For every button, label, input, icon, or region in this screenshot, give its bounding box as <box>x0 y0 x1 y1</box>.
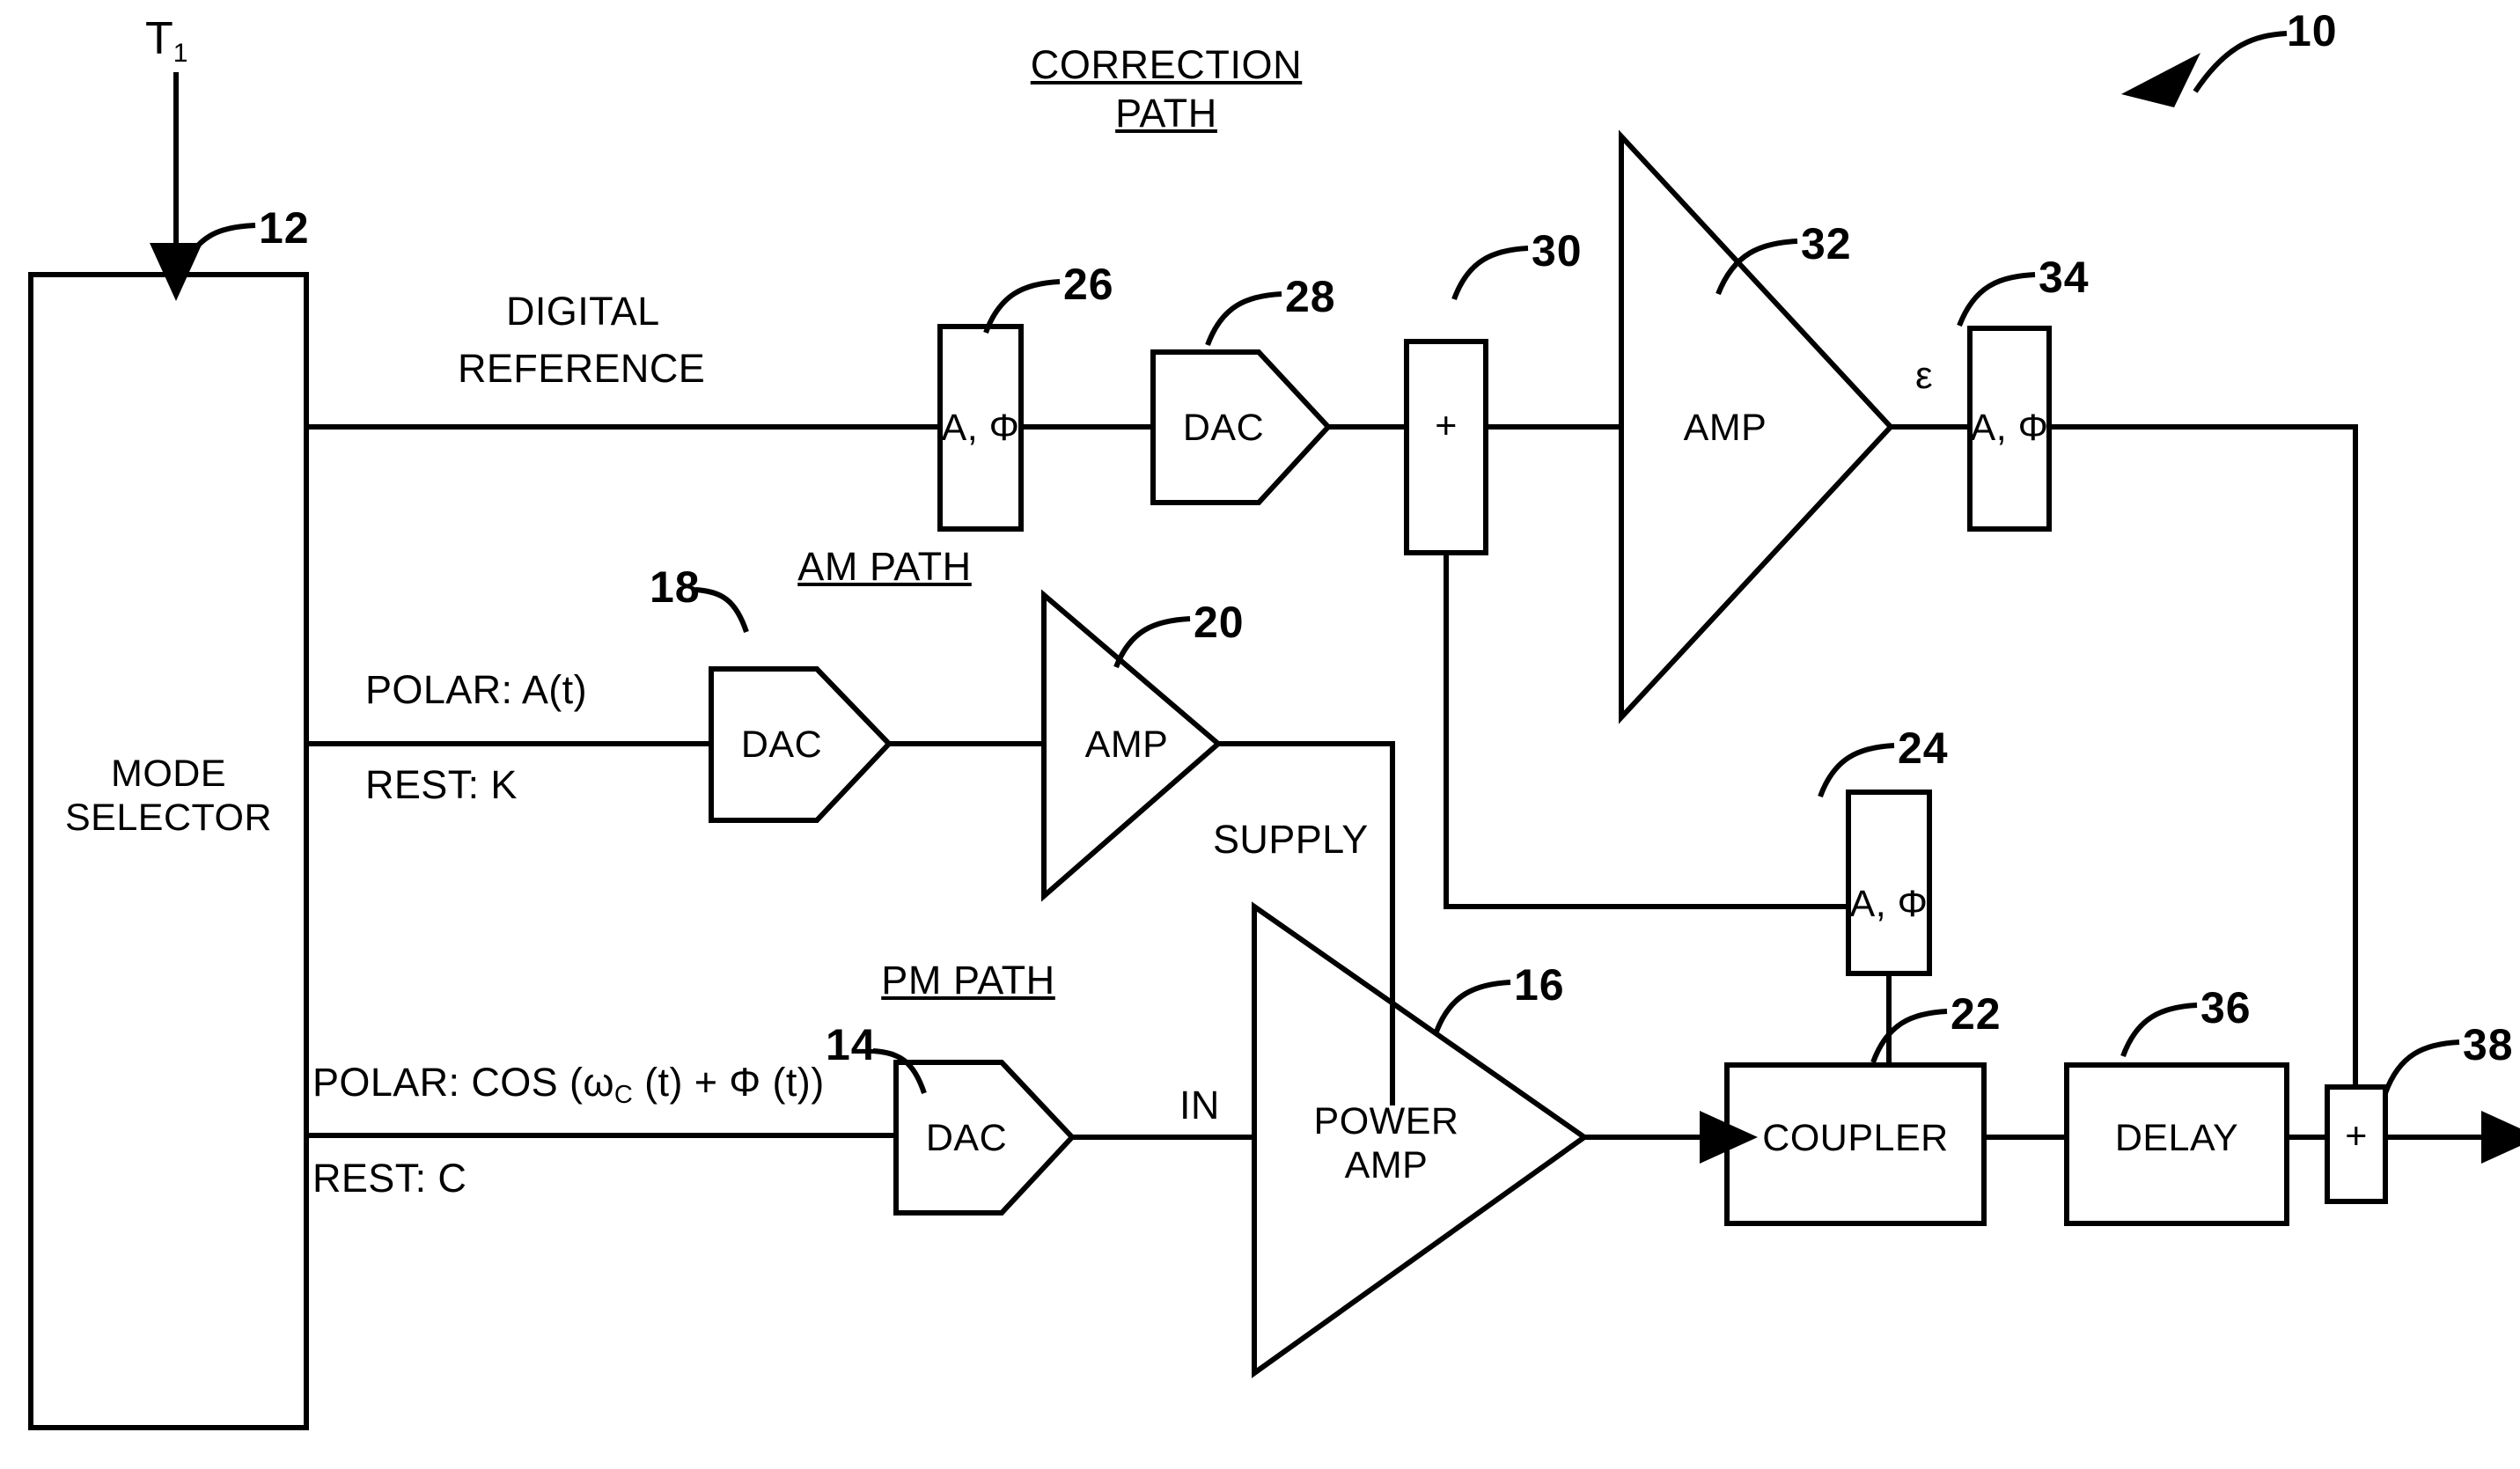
block-label-38: + <box>2345 1115 2368 1157</box>
lead-line-34 <box>1957 272 2036 327</box>
input-signal-label: T1 <box>145 13 188 68</box>
block-12-outline <box>28 272 309 1430</box>
block-label-26: A, Φ <box>941 407 1020 449</box>
refnum-12: 12 <box>259 203 310 253</box>
refnum-36: 36 <box>2200 983 2252 1032</box>
heading-am-path: AM PATH <box>797 544 972 589</box>
label-digital-reference-line1: DIGITAL <box>506 289 660 334</box>
label-pm-polar-suffix: (t) + Φ (t)) <box>633 1060 825 1105</box>
lead-line-16 <box>1434 980 1511 1033</box>
block-label-18: DAC <box>740 723 823 766</box>
refnum-28: 28 <box>1285 272 1336 321</box>
heading-correction-path-line2: PATH <box>1115 91 1217 136</box>
refnum-24: 24 <box>1898 723 1949 773</box>
refnum-10: 10 <box>2287 6 2338 55</box>
block-label-22: COUPLER <box>1762 1117 1949 1159</box>
lead-line-30 <box>1451 246 1529 301</box>
block-label-36: DELAY <box>2114 1117 2239 1159</box>
block-label-30: + <box>1435 405 1458 447</box>
label-am-rest: REST: K <box>365 762 518 807</box>
label-pm-polar: POLAR: COS (ωC (t) + Φ (t)) <box>312 1061 825 1109</box>
lead-line-28 <box>1205 291 1282 347</box>
label-am-polar: POLAR: A(t) <box>365 667 587 712</box>
wire-20-supply <box>1218 741 1395 1105</box>
block-label-16-line2: AMP <box>1344 1144 1429 1186</box>
refnum-32: 32 <box>1801 219 1852 268</box>
lead-line-38 <box>2383 1039 2460 1095</box>
refnum-16: 16 <box>1514 960 1565 1010</box>
heading-pm-path: PM PATH <box>881 958 1055 1003</box>
block-30-outline <box>1404 339 1488 555</box>
refnum-22: 22 <box>1951 989 2002 1039</box>
label-supply: SUPPLY <box>1213 817 1369 862</box>
refnum-34: 34 <box>2039 253 2090 302</box>
refnum-20: 20 <box>1194 598 1245 647</box>
input-signal-subscript: 1 <box>173 39 188 68</box>
lead-line-22 <box>1870 1009 1948 1064</box>
block-label-mode-selector-line1: MODE <box>111 753 226 795</box>
refnum-38: 38 <box>2463 1020 2514 1069</box>
refnum-14: 14 <box>826 1020 877 1069</box>
wire-24-to-30 <box>1444 553 1848 909</box>
refnum-26: 26 <box>1063 260 1114 309</box>
block-label-20: AMP <box>1084 723 1169 766</box>
heading-correction-path-line1: CORRECTION <box>1030 42 1303 87</box>
lead-arrow-10 <box>2121 53 2200 107</box>
block-label-16-line1: POWER <box>1313 1100 1459 1142</box>
refnum-18: 18 <box>650 562 701 612</box>
label-power-amp-in: IN <box>1179 1083 1220 1127</box>
block-label-mode-selector-line2: SELECTOR <box>65 797 272 839</box>
label-pm-rest: REST: C <box>312 1156 467 1201</box>
label-error-epsilon: ε <box>1915 354 1933 397</box>
lead-line-24 <box>1818 743 1895 798</box>
lead-line-12 <box>178 223 256 276</box>
lead-line-18 <box>694 587 749 633</box>
block-label-34: A, Φ <box>1970 407 2049 449</box>
block-label-14: DAC <box>925 1117 1008 1159</box>
lead-line-20 <box>1113 616 1191 669</box>
label-pm-polar-subscript: C <box>613 1081 634 1110</box>
lead-line-36 <box>2120 1003 2198 1058</box>
label-pm-polar-prefix: POLAR: COS (ω <box>312 1060 614 1105</box>
patent-figure: T1 10 CORRECTION PATH MODE SELECTOR DIGI… <box>0 0 2520 1469</box>
block-label-32: AMP <box>1683 407 1767 449</box>
block-label-24: A, Φ <box>1849 883 1929 925</box>
lead-line-10 <box>2193 31 2288 93</box>
label-digital-reference-line2: REFERENCE <box>458 346 706 391</box>
block-label-28: DAC <box>1182 407 1265 449</box>
diagram-artwork <box>28 31 2520 1430</box>
refnum-30: 30 <box>1532 226 1583 275</box>
